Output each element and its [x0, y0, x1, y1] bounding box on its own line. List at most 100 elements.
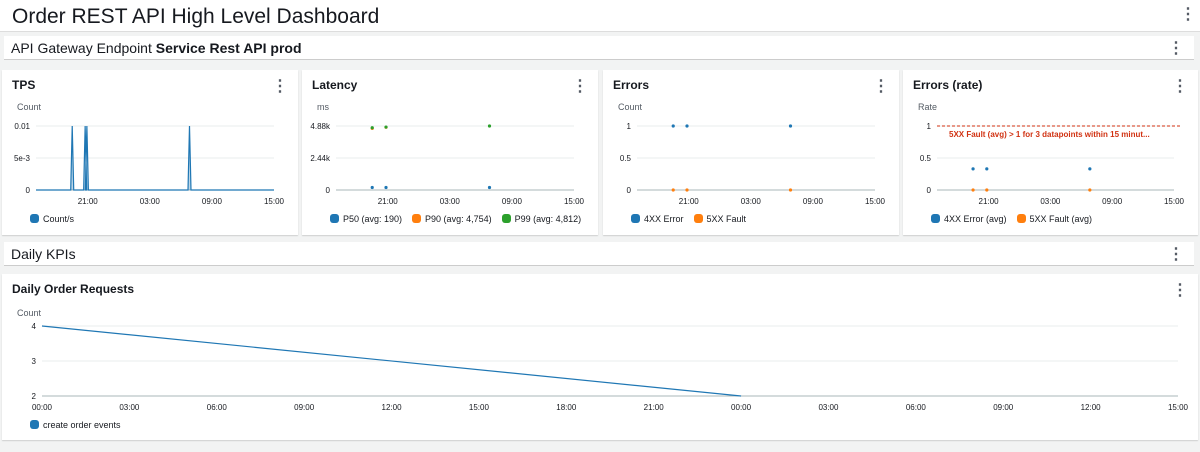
- section-title: API Gateway Endpoint Service Rest API pr…: [11, 40, 302, 56]
- x-tick-label: 00:00: [32, 403, 53, 412]
- legend-label: 5XX Fault: [706, 214, 747, 224]
- dashboard-header: Order REST API High Level Dashboard ⋮: [0, 0, 1200, 32]
- y-tick-label: 4: [32, 322, 37, 331]
- legend-label: Count/s: [43, 214, 75, 224]
- more-options-icon[interactable]: ⋮: [1168, 38, 1184, 58]
- data-point: [1088, 167, 1092, 171]
- widget-latency: Latency ⋮ ms 0 2.44k 4.88k 21:00 03:00 09:00 15…: [302, 70, 598, 235]
- data-point: [788, 124, 793, 128]
- x-tick-label: 15:00: [469, 403, 490, 412]
- legend-swatch-icon: [931, 214, 940, 223]
- legend-item[interactable]: 4XX Error: [631, 214, 684, 224]
- legend-label: 4XX Error: [644, 214, 684, 224]
- y-tick-label: 0: [627, 186, 632, 195]
- widget-tps: TPS ⋮ Count 0 5e-3 0.01 21:00 03:00 09:00 15:00…: [2, 70, 298, 235]
- more-options-icon[interactable]: ⋮: [1180, 4, 1196, 24]
- legend-item[interactable]: Count/s: [30, 214, 74, 224]
- dashboard-title: Order REST API High Level Dashboard: [12, 5, 380, 28]
- data-point: [685, 188, 689, 192]
- y-tick-label: 0: [326, 186, 331, 195]
- legend-label: P99 (avg: 4,812): [514, 214, 582, 224]
- x-tick-label: 15:00: [1168, 403, 1189, 412]
- legend-item[interactable]: create order events: [30, 420, 121, 430]
- legend-swatch-icon: [631, 214, 640, 223]
- x-tick-label: 21:00: [644, 403, 665, 412]
- legend-item[interactable]: P99 (avg: 4,812): [501, 214, 582, 224]
- section-api-name: Service Rest API prod: [155, 40, 302, 56]
- x-tick-label: 03:00: [440, 197, 461, 206]
- widget-errors: Errors ⋮ Count 0 0.5 1 21:00 03:00 09:00 15:00 4…: [603, 70, 899, 235]
- x-tick-label: 03:00: [119, 403, 140, 412]
- legend-label: 5XX Fault (avg): [1029, 214, 1093, 224]
- data-point: [487, 185, 492, 190]
- section-header-api-gateway: API Gateway Endpoint Service Rest API pr…: [4, 36, 1194, 60]
- x-tick-label: 09:00: [993, 403, 1014, 412]
- data-point: [985, 167, 989, 171]
- x-tick-label: 12:00: [382, 403, 403, 412]
- data-point: [671, 124, 675, 128]
- x-tick-label: 09:00: [294, 403, 315, 412]
- legend-label: create order events: [43, 420, 121, 430]
- y-tick-label: 2: [32, 392, 37, 401]
- legend: 4XX Error 5XX Fault: [631, 214, 746, 224]
- legend: Count/s: [30, 214, 74, 224]
- x-tick-label: 21:00: [679, 197, 700, 206]
- legend-swatch-icon: [330, 214, 339, 223]
- legend-swatch-icon: [693, 214, 703, 223]
- x-tick-label: 09:00: [502, 197, 523, 206]
- chart-plot: 0 0.5 1 21:00 03:00 09:00 15:00 5XX Fault (avg)…: [920, 122, 1185, 206]
- data-point: [370, 185, 374, 190]
- widget-daily: Daily Order Requests ⋮ Count 2 3 4 00:00 03:0…: [2, 274, 1198, 440]
- chart-plot: 0 2.44k 4.88k 21:00 03:00 09:00 15:00: [310, 122, 585, 206]
- data-point: [1088, 188, 1092, 192]
- x-tick-label: 06:00: [207, 403, 228, 412]
- x-tick-label: 06:00: [906, 403, 927, 412]
- x-tick-label: 09:00: [202, 197, 223, 206]
- x-tick-label: 09:00: [803, 197, 824, 206]
- x-tick-label: 21:00: [378, 197, 399, 206]
- data-point: [971, 167, 975, 171]
- x-tick-label: 00:00: [731, 403, 752, 412]
- legend-swatch-icon: [501, 214, 511, 223]
- legend-item[interactable]: P50 (avg: 190): [330, 214, 402, 224]
- y-tick-label: 5e-3: [14, 154, 31, 163]
- chart-plot: 0 5e-3 0.01 21:00 03:00 09:00 15:00: [14, 122, 285, 206]
- y-tick-label: 0.01: [14, 122, 30, 131]
- y-tick-label: 1: [627, 122, 632, 131]
- chart-plot: 2 3 4 00:00 03:00 06:00 09:00 12:00 15:00 18:00 21…: [32, 322, 1189, 412]
- data-point: [384, 185, 388, 190]
- more-options-icon[interactable]: ⋮: [1168, 244, 1184, 264]
- legend-item[interactable]: 5XX Fault (avg): [1016, 214, 1093, 224]
- data-point: [671, 188, 675, 192]
- x-tick-label: 03:00: [140, 197, 161, 206]
- section-prefix: API Gateway Endpoint: [11, 40, 156, 56]
- legend: create order events: [30, 420, 121, 430]
- legend-item[interactable]: 5XX Fault: [693, 214, 747, 224]
- x-tick-label: 15:00: [1164, 197, 1185, 206]
- x-tick-label: 03:00: [818, 403, 839, 412]
- legend-item[interactable]: 4XX Error (avg): [931, 214, 1007, 224]
- legend-label: P50 (avg: 190): [343, 214, 403, 224]
- y-tick-label: 0.5: [920, 154, 932, 163]
- x-tick-label: 15:00: [865, 197, 886, 206]
- x-tick-label: 09:00: [1102, 197, 1123, 206]
- y-tick-label: 0.5: [620, 154, 632, 163]
- widget-rate: Errors (rate) ⋮ Rate 0 0.5 1 21:00 03:00 09:00…: [903, 70, 1198, 235]
- legend-swatch-icon: [412, 214, 422, 223]
- data-point: [971, 188, 975, 192]
- y-tick-label: 0: [26, 186, 31, 195]
- x-tick-label: 03:00: [1040, 197, 1061, 206]
- x-tick-label: 15:00: [564, 197, 585, 206]
- x-tick-label: 03:00: [741, 197, 762, 206]
- section-title: Daily KPIs: [11, 246, 76, 262]
- legend-item[interactable]: P90 (avg: 4,754): [412, 214, 492, 224]
- legend-swatch-icon: [30, 420, 39, 429]
- data-point: [685, 124, 689, 128]
- data-point: [370, 126, 374, 130]
- legend: P50 (avg: 190) P90 (avg: 4,754) P99 (avg: …: [330, 214, 581, 224]
- x-tick-label: 21:00: [78, 197, 99, 206]
- legend: 4XX Error (avg) 5XX Fault (avg): [931, 214, 1092, 224]
- legend-swatch-icon: [1016, 214, 1026, 223]
- alarm-threshold-label: 5XX Fault (avg) > 1 for 3 datapoints wit…: [949, 130, 1150, 139]
- data-point: [384, 125, 388, 129]
